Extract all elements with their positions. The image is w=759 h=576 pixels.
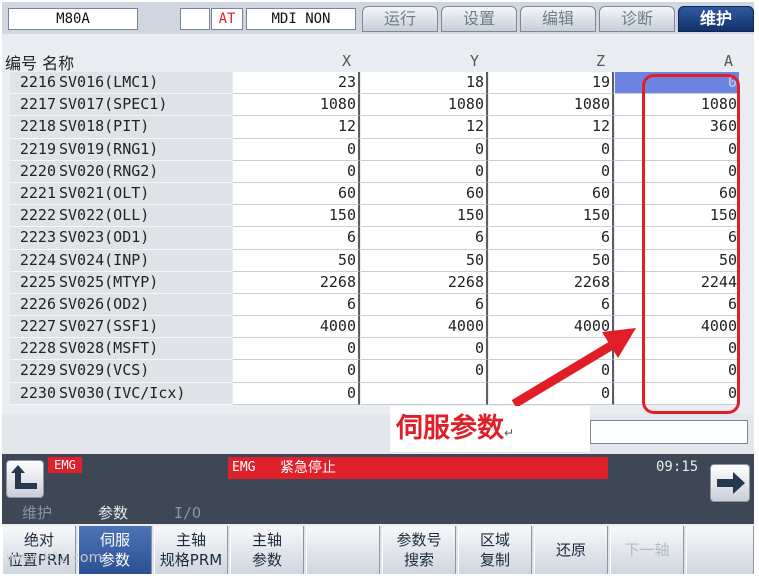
softkey-spindle-parameter[interactable]: 主轴 参数	[230, 526, 304, 574]
breadcrumb-io: I/O	[174, 504, 202, 522]
softkey-line: 下一轴	[624, 541, 670, 559]
softkey-next-axis[interactable]: 下一轴	[610, 526, 684, 574]
softkey-line: 搜索	[403, 551, 434, 569]
softkey-line: 还原	[555, 541, 586, 559]
softkey-empty-last[interactable]	[686, 526, 754, 574]
softkey-empty[interactable]	[306, 526, 380, 574]
softkey-line: 主轴	[251, 531, 282, 549]
softkey-parameter-search[interactable]: 参数号 搜索	[382, 526, 456, 574]
breadcrumb-parameter: 参数	[98, 504, 129, 522]
breadcrumb-maintenance: 维护	[22, 504, 53, 522]
annotation-highlight-box	[642, 74, 740, 414]
emergency-stop-message: 紧急停止	[280, 460, 336, 476]
softkey-line: 主轴	[175, 531, 206, 549]
emg-indicator: EMG	[48, 457, 82, 473]
cnc-screen: M80A AT MDI NON 运行 设置 编辑 诊断 维护 编号 名称 X Y…	[2, 2, 754, 574]
next-arrow-icon[interactable]	[710, 464, 750, 502]
watermark: www.k1z.com	[6, 550, 103, 566]
softkey-line: 区域	[479, 531, 510, 549]
softkey-line: 复制	[479, 551, 510, 569]
back-arrow-icon[interactable]	[6, 460, 44, 498]
softkey-spindle-spec-prm[interactable]: 主轴规格PRM	[154, 526, 228, 574]
softkey-line: 参数号	[396, 531, 442, 549]
return-mark: ↵	[504, 426, 515, 440]
softkey-line: 规格PRM	[159, 551, 223, 569]
softkey-line: 绝对	[23, 531, 54, 549]
softkey-area-copy[interactable]: 区域 复制	[458, 526, 532, 574]
softkey-restore[interactable]: 还原	[534, 526, 608, 574]
annotation-label: 伺服参数↵	[390, 406, 590, 452]
annotation-text: 伺服参数	[396, 413, 504, 444]
clock: 09:15	[656, 459, 699, 475]
softkey-line: 参数	[251, 551, 282, 569]
softkey-line: 伺服	[99, 531, 130, 549]
emg-code: EMG	[232, 460, 256, 475]
